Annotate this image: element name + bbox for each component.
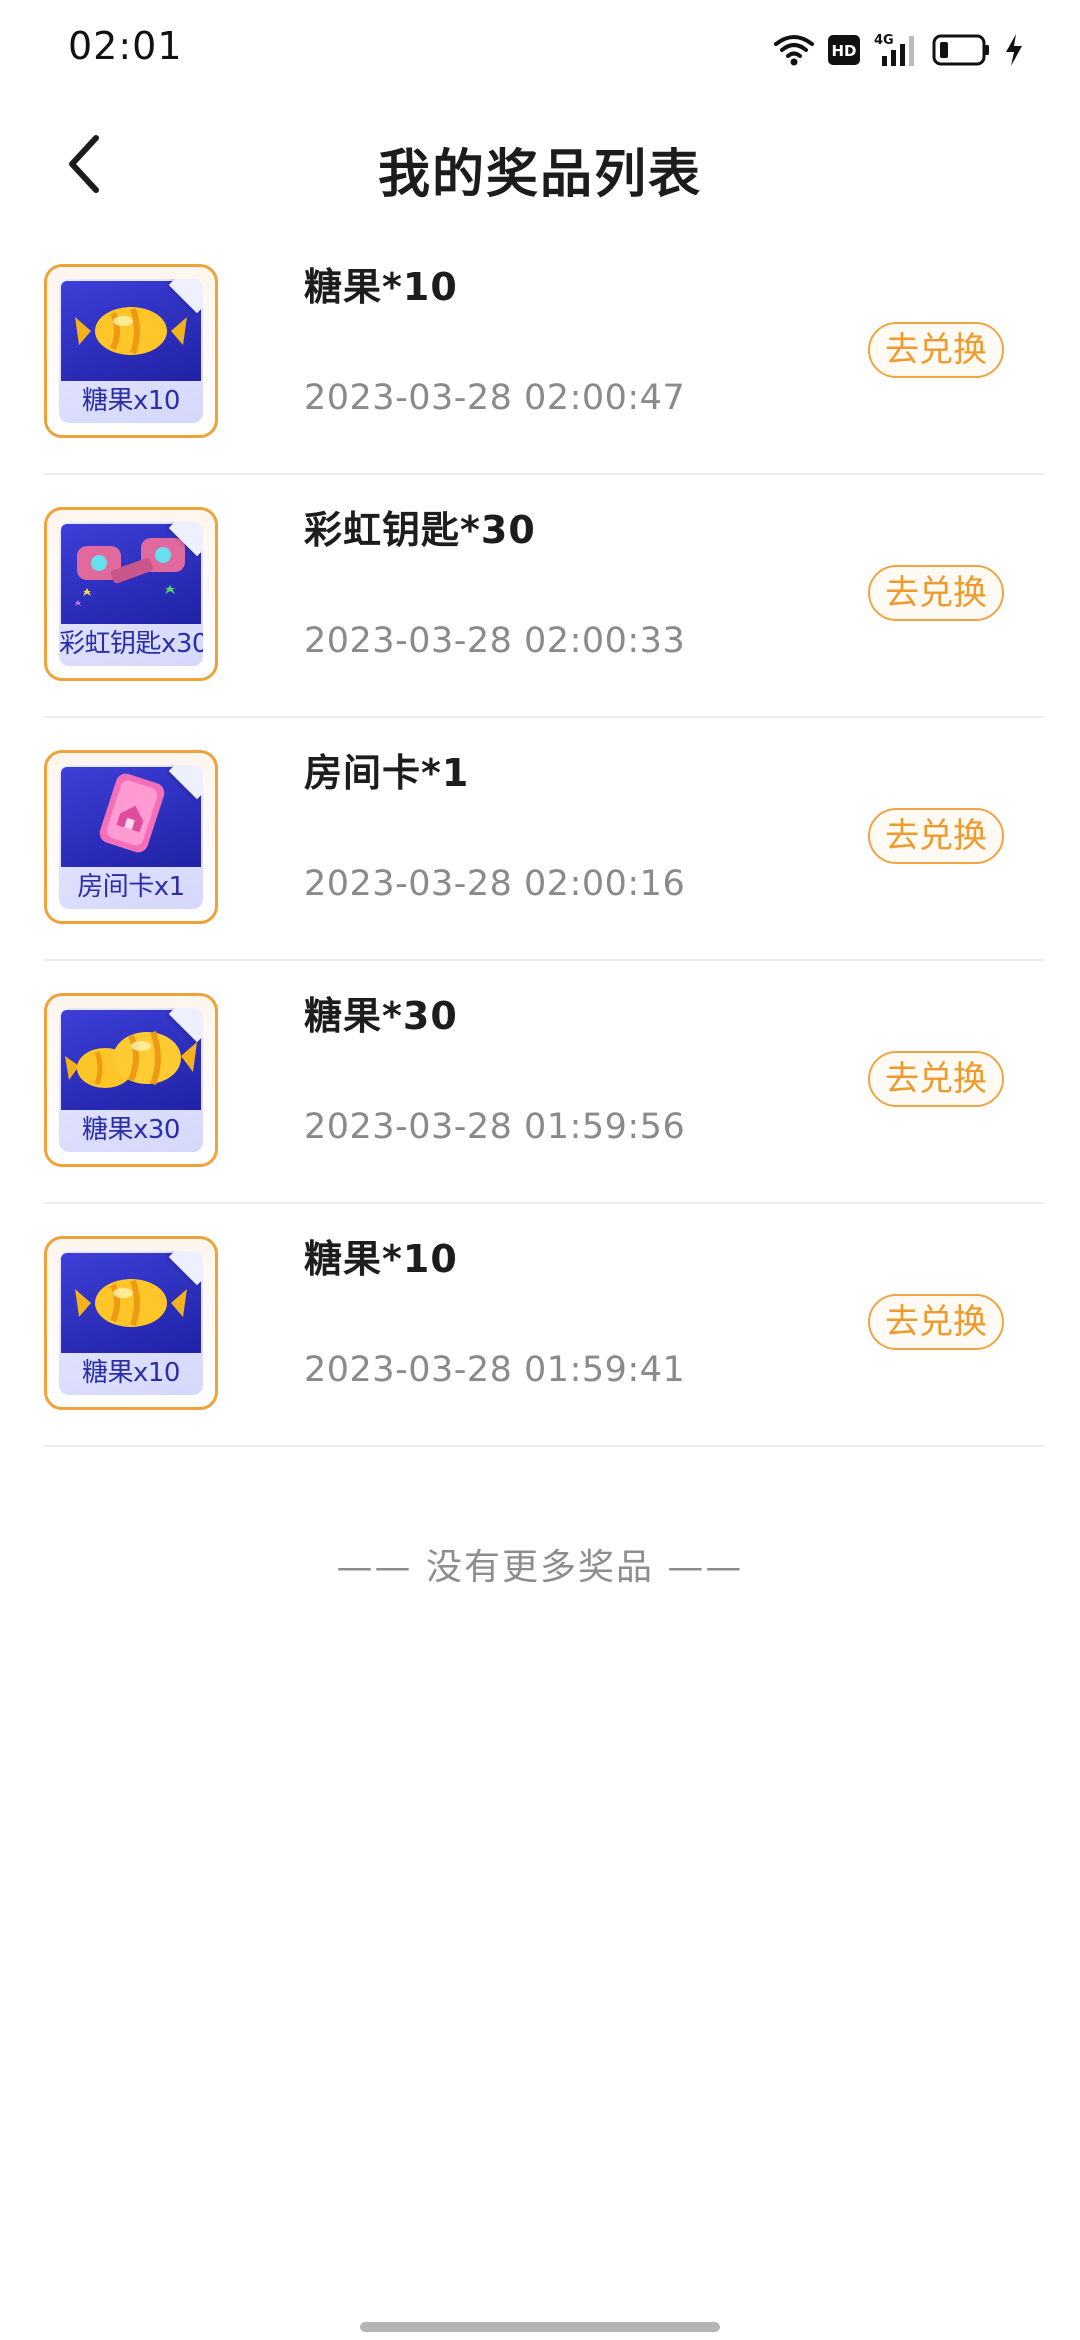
prize-thumbnail-label: 彩虹钥匙x30 — [59, 629, 203, 659]
prize-time: 2023-03-28 02:00:47 — [304, 378, 686, 418]
prize-item: 彩虹钥匙x30 彩虹钥匙*30 2023-03-28 02:00:33 去兑换 — [44, 475, 1044, 718]
prize-name: 糖果*30 — [304, 994, 458, 1038]
prize-thumbnail-label: 房间卡x1 — [77, 872, 185, 902]
prize-list: 糖果x10 糖果*10 2023-03-28 02:00:47 去兑换 彩虹钥匙… — [44, 232, 1044, 1447]
prize-item: 房间卡x1 房间卡*1 2023-03-28 02:00:16 去兑换 — [44, 718, 1044, 961]
prize-name: 房间卡*1 — [304, 751, 470, 795]
prize-time: 2023-03-28 02:00:16 — [304, 864, 686, 904]
prize-thumbnail: 糖果x10 — [44, 264, 218, 438]
no-more-prizes-text: —— 没有更多奖品 —— — [336, 1547, 744, 1588]
status-icons: HD 4G — [774, 30, 1024, 70]
prize-thumbnail: 糖果x30 — [44, 993, 218, 1167]
prize-thumbnail: 房间卡x1 — [44, 750, 218, 924]
prize-name: 彩虹钥匙*30 — [304, 508, 536, 552]
wifi-icon — [774, 34, 814, 66]
header: 我的奖品列表 — [0, 110, 1080, 220]
signal-4g-icon: 4G — [874, 32, 918, 68]
battery-icon — [932, 34, 990, 66]
prize-thumbnail: 彩虹钥匙x30 — [44, 507, 218, 681]
prize-name: 糖果*10 — [304, 265, 458, 309]
redeem-button[interactable]: 去兑换 — [868, 1294, 1004, 1350]
prize-item: 糖果x10 糖果*10 2023-03-28 01:59:41 去兑换 — [44, 1204, 1044, 1447]
svg-text:4G: 4G — [874, 33, 894, 48]
prize-item: 糖果x10 糖果*10 2023-03-28 02:00:47 去兑换 — [44, 232, 1044, 475]
svg-text:HD: HD — [831, 42, 856, 60]
prize-name: 糖果*10 — [304, 1237, 458, 1281]
prize-time: 2023-03-28 02:00:33 — [304, 621, 686, 661]
prize-thumbnail-label: 糖果x10 — [82, 1358, 180, 1388]
prize-time: 2023-03-28 01:59:41 — [304, 1350, 686, 1390]
redeem-button[interactable]: 去兑换 — [868, 808, 1004, 864]
prize-item: 糖果x30 糖果*30 2023-03-28 01:59:56 去兑换 — [44, 961, 1044, 1204]
prize-thumbnail-label: 糖果x10 — [82, 386, 180, 416]
prize-thumbnail-label: 糖果x30 — [82, 1115, 180, 1145]
status-time: 02:01 — [68, 24, 183, 68]
status-bar: 02:01 HD 4G — [0, 0, 1080, 96]
charging-icon — [1004, 34, 1024, 66]
prize-thumbnail: 糖果x10 — [44, 1236, 218, 1410]
redeem-button[interactable]: 去兑换 — [868, 322, 1004, 378]
redeem-button[interactable]: 去兑换 — [868, 1051, 1004, 1107]
prize-time: 2023-03-28 01:59:56 — [304, 1107, 686, 1147]
page-title: 我的奖品列表 — [377, 145, 702, 205]
home-indicator[interactable] — [360, 2322, 720, 2332]
hd-icon: HD — [828, 35, 860, 65]
redeem-button[interactable]: 去兑换 — [868, 565, 1004, 621]
